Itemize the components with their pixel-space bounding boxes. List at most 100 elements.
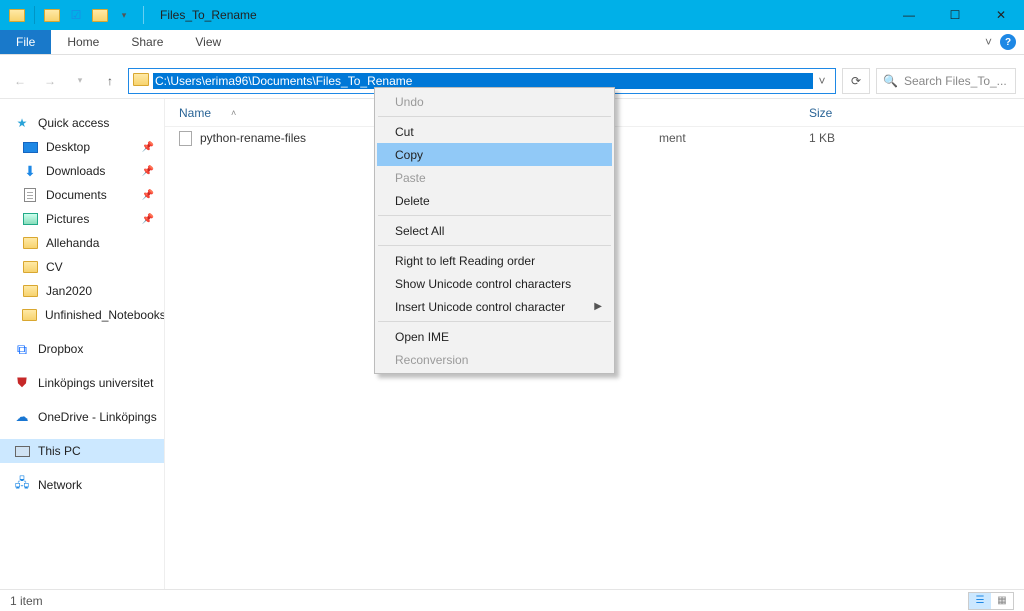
refresh-button[interactable]: ⟳: [842, 68, 870, 94]
dropbox-icon: ⧉: [14, 341, 30, 357]
submenu-arrow-icon: ▶: [594, 301, 602, 312]
sidebar-linkoping[interactable]: ⛊ Linköpings universitet: [0, 371, 164, 395]
sidebar-label: Linköpings universitet: [38, 376, 153, 390]
qat-checkbox-icon[interactable]: ☑: [65, 4, 87, 26]
sidebar-label: Jan2020: [46, 284, 92, 298]
cm-undo: Undo: [377, 90, 612, 113]
sidebar-item-jan2020[interactable]: Jan2020: [0, 279, 164, 303]
sidebar-label: Allehanda: [46, 236, 99, 250]
sidebar-label: Quick access: [38, 116, 109, 130]
cm-insert-unicode[interactable]: Insert Unicode control character ▶: [377, 295, 612, 318]
sidebar-item-unfinished[interactable]: Unfinished_Notebooks: [0, 303, 164, 327]
cm-delete[interactable]: Delete: [377, 189, 612, 212]
network-icon: 🖧: [14, 477, 30, 493]
folder-icon: [6, 4, 28, 26]
pin-icon: 📌: [142, 166, 154, 177]
ribbon-tab-home[interactable]: Home: [51, 30, 115, 54]
folder-icon: [133, 73, 149, 89]
sidebar-onedrive[interactable]: ☁ OneDrive - Linköpings: [0, 405, 164, 429]
titlebar: ☑ ▾ Files_To_Rename — ☐ ✕: [0, 0, 1024, 30]
address-dropdown-icon[interactable]: ˅: [813, 74, 831, 88]
sidebar-item-desktop[interactable]: Desktop 📌: [0, 135, 164, 159]
qat-dropdown-icon[interactable]: ▾: [113, 4, 135, 26]
search-placeholder: Search Files_To_...: [904, 74, 1007, 88]
file-name: python-rename-files: [200, 131, 306, 145]
sidebar-label: Dropbox: [38, 342, 83, 356]
close-button[interactable]: ✕: [978, 0, 1024, 30]
qat-properties-icon[interactable]: [41, 4, 63, 26]
search-input[interactable]: 🔍 Search Files_To_...: [876, 68, 1016, 94]
column-name[interactable]: Name: [179, 106, 211, 120]
sidebar-item-downloads[interactable]: ⬇ Downloads 📌: [0, 159, 164, 183]
sidebar-label: Unfinished_Notebooks: [45, 308, 165, 322]
sidebar-label: This PC: [38, 444, 81, 458]
sidebar-item-allehanda[interactable]: Allehanda: [0, 231, 164, 255]
pin-icon: 📌: [142, 214, 154, 225]
cm-cut[interactable]: Cut: [377, 120, 612, 143]
pictures-icon: [22, 211, 38, 227]
sidebar-item-cv[interactable]: CV: [0, 255, 164, 279]
desktop-icon: [22, 139, 38, 155]
pc-icon: [14, 443, 30, 459]
search-icon: 🔍: [883, 74, 898, 88]
nav-back-button[interactable]: ←: [8, 69, 32, 93]
cm-copy[interactable]: Copy: [377, 143, 612, 166]
sidebar-quick-access[interactable]: ★ Quick access: [0, 111, 164, 135]
ribbon-tab-view[interactable]: View: [179, 30, 237, 54]
cm-select-all[interactable]: Select All: [377, 219, 612, 242]
pin-icon: 📌: [142, 190, 154, 201]
sidebar-this-pc[interactable]: This PC: [0, 439, 164, 463]
cm-label: Insert Unicode control character: [395, 300, 565, 314]
navigation-pane: ★ Quick access Desktop 📌 ⬇ Downloads 📌 D…: [0, 99, 165, 589]
status-bar: 1 item ☰ ▦: [0, 589, 1024, 611]
sidebar-label: OneDrive - Linköpings: [38, 410, 157, 424]
sidebar-item-pictures[interactable]: Pictures 📌: [0, 207, 164, 231]
window-title: Files_To_Rename: [150, 8, 886, 22]
nav-forward-button[interactable]: →: [38, 69, 62, 93]
context-menu: Undo Cut Copy Paste Delete Select All Ri…: [374, 87, 615, 374]
file-type: ment: [659, 131, 809, 145]
nav-up-button[interactable]: ↑: [98, 69, 122, 93]
file-size: 1 KB: [809, 131, 889, 145]
ribbon-expand-icon[interactable]: ˅: [985, 35, 992, 49]
minimize-button[interactable]: —: [886, 0, 932, 30]
sidebar-label: Downloads: [46, 164, 105, 178]
details-view-icon[interactable]: ☰: [969, 593, 991, 609]
qat-newfolder-icon[interactable]: [89, 4, 111, 26]
folder-icon: [22, 283, 38, 299]
sidebar-network[interactable]: 🖧 Network: [0, 473, 164, 497]
ribbon-tab-share[interactable]: Share: [115, 30, 179, 54]
folder-icon: [22, 259, 38, 275]
cm-show-unicode[interactable]: Show Unicode control characters: [377, 272, 612, 295]
sidebar-label: Network: [38, 478, 82, 492]
shield-icon: ⛊: [14, 375, 30, 391]
column-size[interactable]: Size: [809, 106, 889, 120]
file-list-pane: Name ˄ Date modified Type Size python-re…: [165, 99, 1024, 589]
sidebar-label: Pictures: [46, 212, 89, 226]
sidebar-label: Documents: [46, 188, 107, 202]
cm-paste: Paste: [377, 166, 612, 189]
cm-reconversion: Reconversion: [377, 348, 612, 371]
folder-icon: [22, 235, 38, 251]
sidebar-label: CV: [46, 260, 63, 274]
icons-view-icon[interactable]: ▦: [991, 593, 1013, 609]
textfile-icon: [179, 131, 192, 146]
cm-open-ime[interactable]: Open IME: [377, 325, 612, 348]
pin-icon: 📌: [142, 142, 154, 153]
maximize-button[interactable]: ☐: [932, 0, 978, 30]
cm-rtl[interactable]: Right to left Reading order: [377, 249, 612, 272]
sidebar-dropbox[interactable]: ⧉ Dropbox: [0, 337, 164, 361]
ribbon-tab-file[interactable]: File: [0, 30, 51, 54]
view-mode-toggle[interactable]: ☰ ▦: [968, 592, 1014, 610]
folder-icon: [22, 307, 37, 323]
cloud-icon: ☁: [14, 409, 30, 425]
status-item-count: 1 item: [10, 594, 43, 608]
ribbon: File Home Share View ˅ ?: [0, 30, 1024, 55]
sort-indicator-icon: ˄: [231, 108, 236, 118]
downloads-icon: ⬇: [22, 163, 38, 179]
documents-icon: [22, 187, 38, 203]
star-icon: ★: [14, 115, 30, 131]
sidebar-item-documents[interactable]: Documents 📌: [0, 183, 164, 207]
nav-recent-dropdown[interactable]: ▾: [68, 69, 92, 93]
help-icon[interactable]: ?: [1000, 34, 1016, 50]
